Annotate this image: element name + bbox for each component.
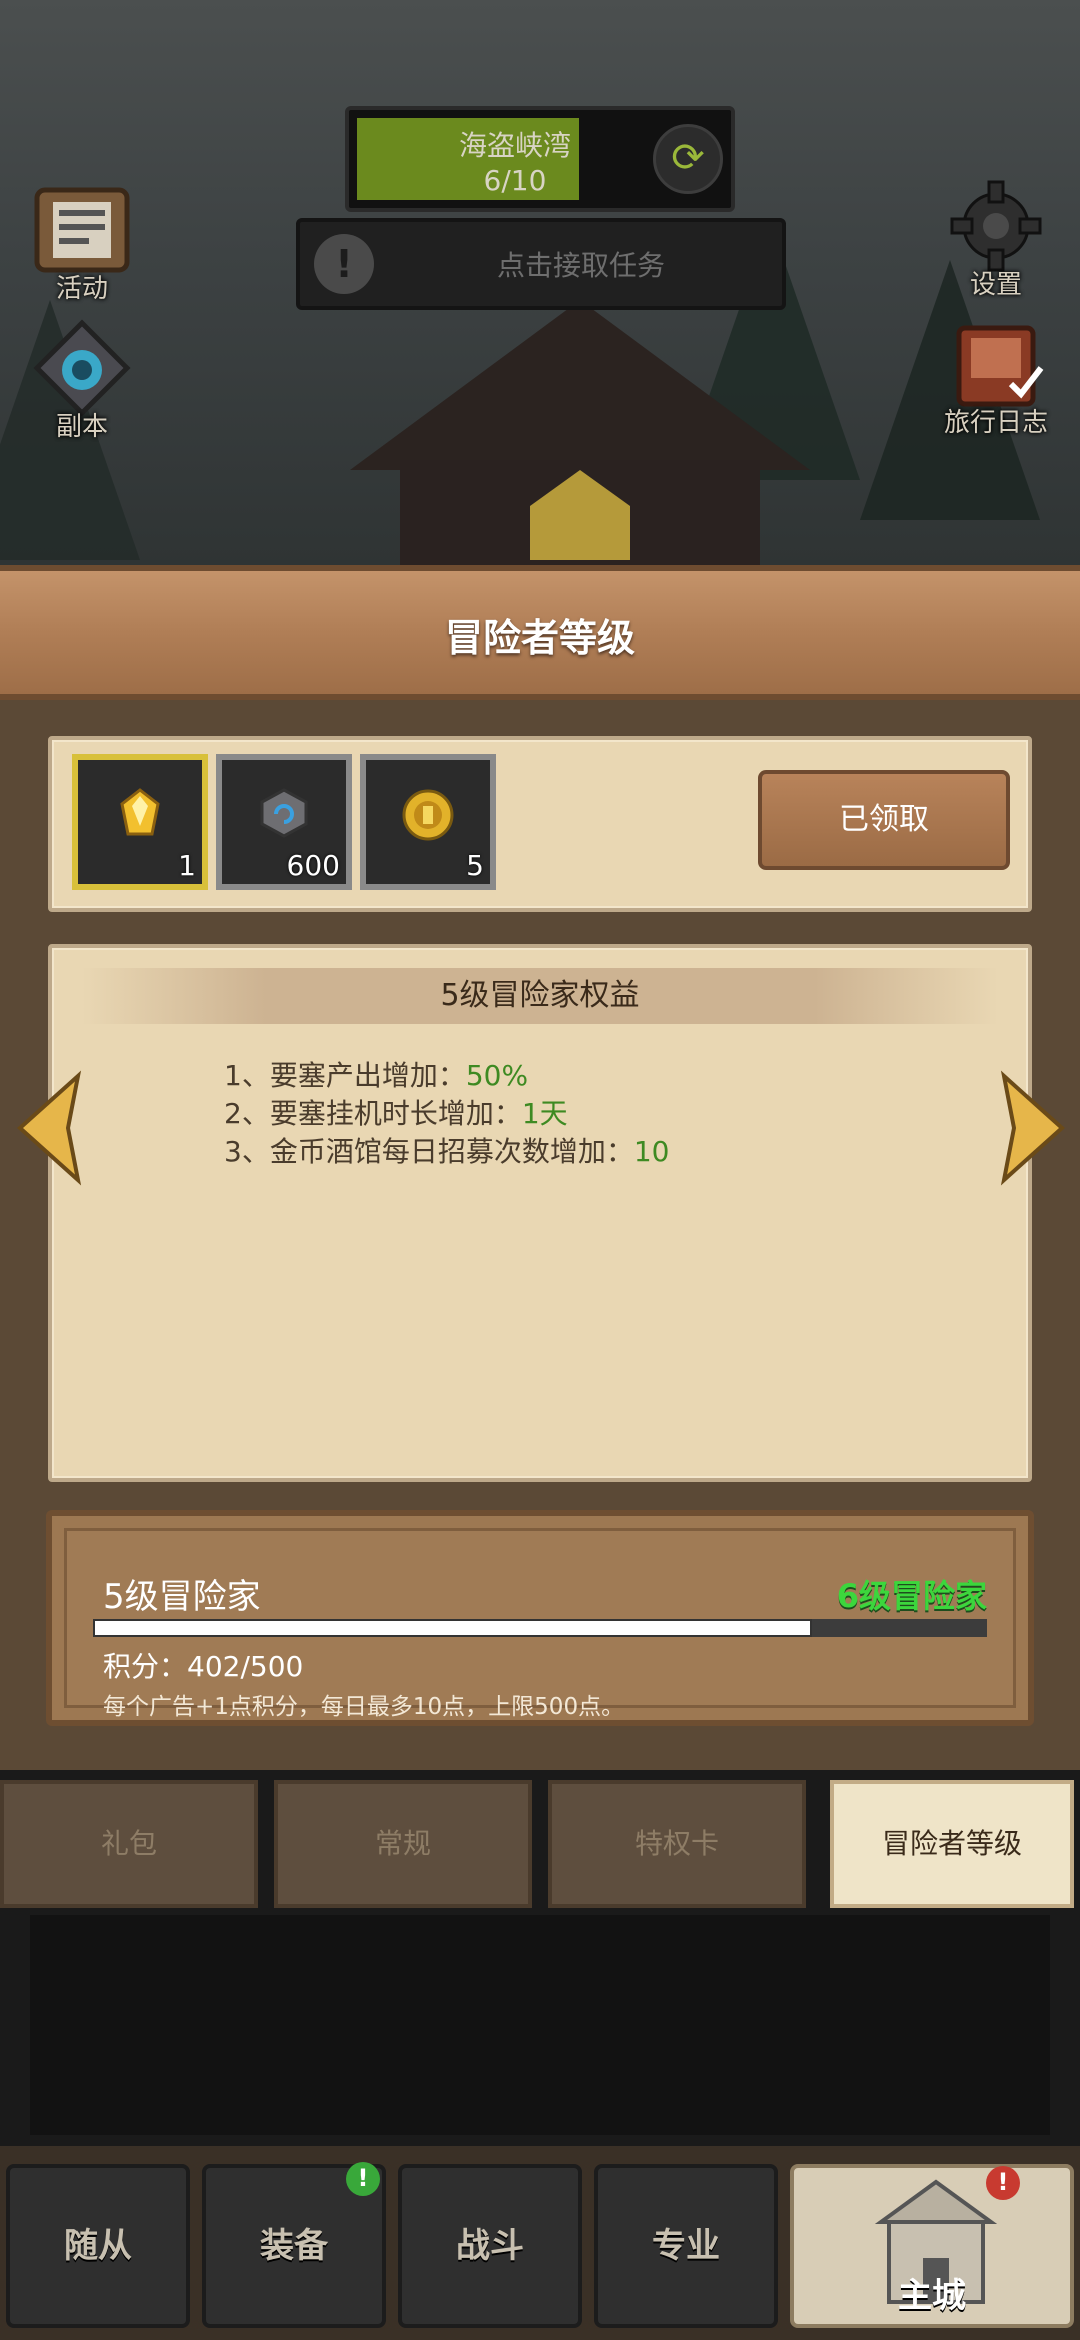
benefit-value: 10: [633, 1135, 670, 1168]
reward-slot[interactable]: 1: [72, 754, 208, 890]
blue-stone-icon: [222, 788, 346, 850]
reward-slot[interactable]: 600: [216, 754, 352, 890]
panel-title: 冒险者等级: [444, 616, 635, 660]
panel-header: 冒险者等级: [0, 565, 1080, 700]
reward-qty: 1: [178, 849, 196, 882]
tab-adventurer-level[interactable]: 冒险者等级: [830, 1780, 1074, 1908]
next-level-arrow[interactable]: [996, 1068, 1076, 1188]
nav-main-city[interactable]: 主城: [790, 2164, 1074, 2328]
benefit-text: 1、要塞产出增加：: [224, 1059, 466, 1092]
tab-gift-pack[interactable]: 礼包: [0, 1780, 258, 1908]
accept-task-button[interactable]: ! 点击接取任务: [296, 218, 786, 310]
main-city-notification-badge: !: [986, 2166, 1020, 2200]
tab-privilege-card[interactable]: 特权卡: [548, 1780, 806, 1908]
dungeon-button[interactable]: 副本: [22, 318, 142, 443]
nav-followers[interactable]: 随从: [6, 2164, 190, 2328]
scene-background: 海盗峡湾 6/10 ⟳ ! 点击接取任务 活动 副本 设置 旅行日志: [0, 0, 1080, 565]
benefit-item: 1、要塞产出增加：50%: [224, 1054, 528, 1094]
reward-slot[interactable]: 5: [360, 754, 496, 890]
reward-card: 1 600 5 已领取: [48, 736, 1032, 912]
settings-button[interactable]: 设置: [936, 176, 1056, 301]
level-progress-fill: [93, 1619, 812, 1637]
next-level-label: 6级冒险家: [836, 1577, 987, 1615]
gold-coin-icon: [366, 788, 490, 854]
journal-icon: [941, 314, 1051, 414]
level-progress-card: 5级冒险家 6级冒险家 积分：402/500 每个广告+1点积分，每日最多10点…: [46, 1510, 1034, 1726]
equipment-notification-badge: !: [346, 2162, 380, 2196]
house-roof: [350, 300, 810, 470]
travel-journal-button[interactable]: 旅行日志: [936, 314, 1056, 439]
level-progress-inner: 5级冒险家 6级冒险家 积分：402/500 每个广告+1点积分，每日最多10点…: [64, 1528, 1016, 1720]
benefit-text: 3、金币酒馆每日招募次数增加：: [224, 1135, 634, 1168]
claimed-button[interactable]: 已领取: [758, 770, 1010, 870]
tab-content-area: [30, 1915, 1050, 2135]
benefit-value: 1天: [521, 1097, 568, 1130]
benefit-value: 50%: [465, 1059, 529, 1092]
accept-task-label: 点击接取任务: [496, 249, 665, 282]
benefit-text: 2、要塞挂机时长增加：: [224, 1097, 522, 1130]
current-level-label: 5级冒险家: [103, 1577, 261, 1617]
nav-battle[interactable]: 战斗: [398, 2164, 582, 2328]
dungeon-portal-icon: [27, 318, 137, 418]
tab-regular[interactable]: 常规: [274, 1780, 532, 1908]
nav-profession[interactable]: 专业: [594, 2164, 778, 2328]
level-progress-bar: [93, 1619, 987, 1637]
event-button[interactable]: 活动: [22, 180, 142, 305]
quest-count: 6/10: [483, 164, 547, 197]
gear-icon: [941, 176, 1051, 276]
bottom-nav: 随从 装备 ! 战斗 专业 主城 !: [0, 2146, 1080, 2340]
chevron-right-icon: [1000, 1070, 1065, 1186]
alert-icon: !: [314, 234, 374, 294]
points-label: 积分：402/500: [103, 1650, 304, 1683]
points-description: 每个广告+1点积分，每日最多10点，上限500点。: [103, 1694, 625, 1720]
benefit-item: 2、要塞挂机时长增加：1天: [224, 1092, 568, 1132]
chevron-left-icon: [17, 1070, 82, 1186]
quest-title: 海盗峡湾: [458, 129, 571, 162]
reward-qty: 5: [466, 849, 484, 882]
refresh-icon[interactable]: ⟳: [653, 124, 723, 194]
nav-main-city-label: 主城: [898, 2276, 966, 2316]
benefit-item: 3、金币酒馆每日招募次数增加：10: [224, 1130, 669, 1170]
prev-level-arrow[interactable]: [6, 1068, 86, 1188]
benefits-card: 5级冒险家权益 1、要塞产出增加：50% 2、要塞挂机时长增加：1天 3、金币酒…: [48, 944, 1032, 1482]
travel-journal-label: 旅行日志: [943, 408, 1048, 438]
gold-crystal-icon: [78, 788, 202, 850]
reward-qty: 600: [286, 849, 340, 882]
event-board-icon: [27, 180, 137, 280]
quest-progress-bar[interactable]: 海盗峡湾 6/10 ⟳: [345, 106, 735, 212]
benefits-heading: 5级冒险家权益: [82, 968, 998, 1024]
